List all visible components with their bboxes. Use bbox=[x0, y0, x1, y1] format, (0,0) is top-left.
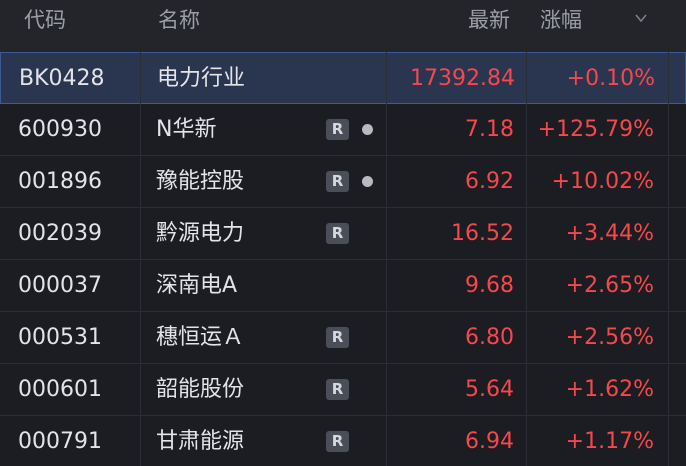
r-badge-icon: R bbox=[326, 379, 349, 400]
stock-code: 000601 bbox=[18, 377, 102, 402]
stock-table: 代码 名称 最新 涨幅 BK0428 电力行业 17392.84 +0.10% 6009… bbox=[0, 0, 686, 466]
table-header: 代码 名称 最新 涨幅 bbox=[0, 0, 686, 53]
r-badge-icon: R bbox=[326, 119, 349, 140]
r-badge-icon: R bbox=[326, 223, 349, 244]
stock-price: 6.80 bbox=[465, 325, 514, 350]
table-row[interactable]: 600930 N华新 7.18 +125.79% R bbox=[0, 104, 686, 156]
stock-name: 甘肃能源 bbox=[156, 429, 245, 454]
table-row[interactable]: 001896 豫能控股 6.92 +10.02% R bbox=[0, 156, 686, 208]
stock-price: 17392.84 bbox=[410, 66, 515, 91]
stock-change: +0.10% bbox=[566, 66, 655, 91]
stock-change: +2.65% bbox=[565, 273, 654, 298]
stock-name: 穗恒运Ａ bbox=[156, 325, 245, 350]
stock-name: 电力行业 bbox=[157, 66, 246, 91]
stock-price: 5.64 bbox=[465, 377, 514, 402]
column-header-change[interactable]: 涨幅 bbox=[540, 0, 606, 40]
column-header-code[interactable]: 代码 bbox=[24, 0, 66, 40]
stock-price: 16.52 bbox=[451, 221, 514, 246]
stock-code: 000791 bbox=[18, 429, 102, 454]
dot-icon bbox=[362, 124, 373, 135]
column-header-name[interactable]: 名称 bbox=[158, 0, 200, 40]
stock-code: 600930 bbox=[18, 117, 102, 142]
stock-change: +2.56% bbox=[565, 325, 654, 350]
r-badge-icon: R bbox=[326, 171, 349, 192]
stock-name: 韶能股份 bbox=[156, 377, 245, 402]
table-row[interactable]: 002039 黔源电力 16.52 +3.44% R bbox=[0, 208, 686, 260]
stock-price: 6.94 bbox=[465, 429, 514, 454]
table-row[interactable]: BK0428 电力行业 17392.84 +0.10% bbox=[0, 52, 686, 104]
stock-change: +125.79% bbox=[537, 117, 654, 142]
column-divider bbox=[526, 52, 527, 466]
chevron-down-icon[interactable] bbox=[634, 11, 648, 25]
column-divider bbox=[140, 52, 141, 466]
stock-price: 7.18 bbox=[465, 117, 514, 142]
stock-code: 000531 bbox=[18, 325, 102, 350]
stock-name: N华新 bbox=[156, 117, 217, 142]
stock-change: +10.02% bbox=[551, 169, 654, 194]
r-badge-icon: R bbox=[326, 327, 349, 348]
stock-name: 黔源电力 bbox=[156, 221, 245, 246]
stock-price: 6.92 bbox=[465, 169, 514, 194]
stock-code: 002039 bbox=[18, 221, 102, 246]
column-divider bbox=[668, 52, 669, 466]
stock-code: BK0428 bbox=[19, 66, 105, 91]
r-badge-icon: R bbox=[326, 431, 349, 452]
dot-icon bbox=[362, 176, 373, 187]
table-row[interactable]: 000601 韶能股份 5.64 +1.62% R bbox=[0, 364, 686, 416]
stock-name: 深南电A bbox=[156, 273, 238, 298]
table-row[interactable]: 000791 甘肃能源 6.94 +1.17% R bbox=[0, 416, 686, 466]
table-row[interactable]: 000037 深南电A 9.68 +2.65% bbox=[0, 260, 686, 312]
column-header-price[interactable]: 最新 bbox=[388, 0, 510, 40]
column-divider bbox=[386, 52, 387, 466]
stock-change: +3.44% bbox=[565, 221, 654, 246]
stock-change: +1.62% bbox=[565, 377, 654, 402]
stock-code: 000037 bbox=[18, 273, 102, 298]
stock-code: 001896 bbox=[18, 169, 102, 194]
stock-name: 豫能控股 bbox=[156, 169, 245, 194]
stock-change: +1.17% bbox=[565, 429, 654, 454]
table-row[interactable]: 000531 穗恒运Ａ 6.80 +2.56% R bbox=[0, 312, 686, 364]
stock-price: 9.68 bbox=[465, 273, 514, 298]
